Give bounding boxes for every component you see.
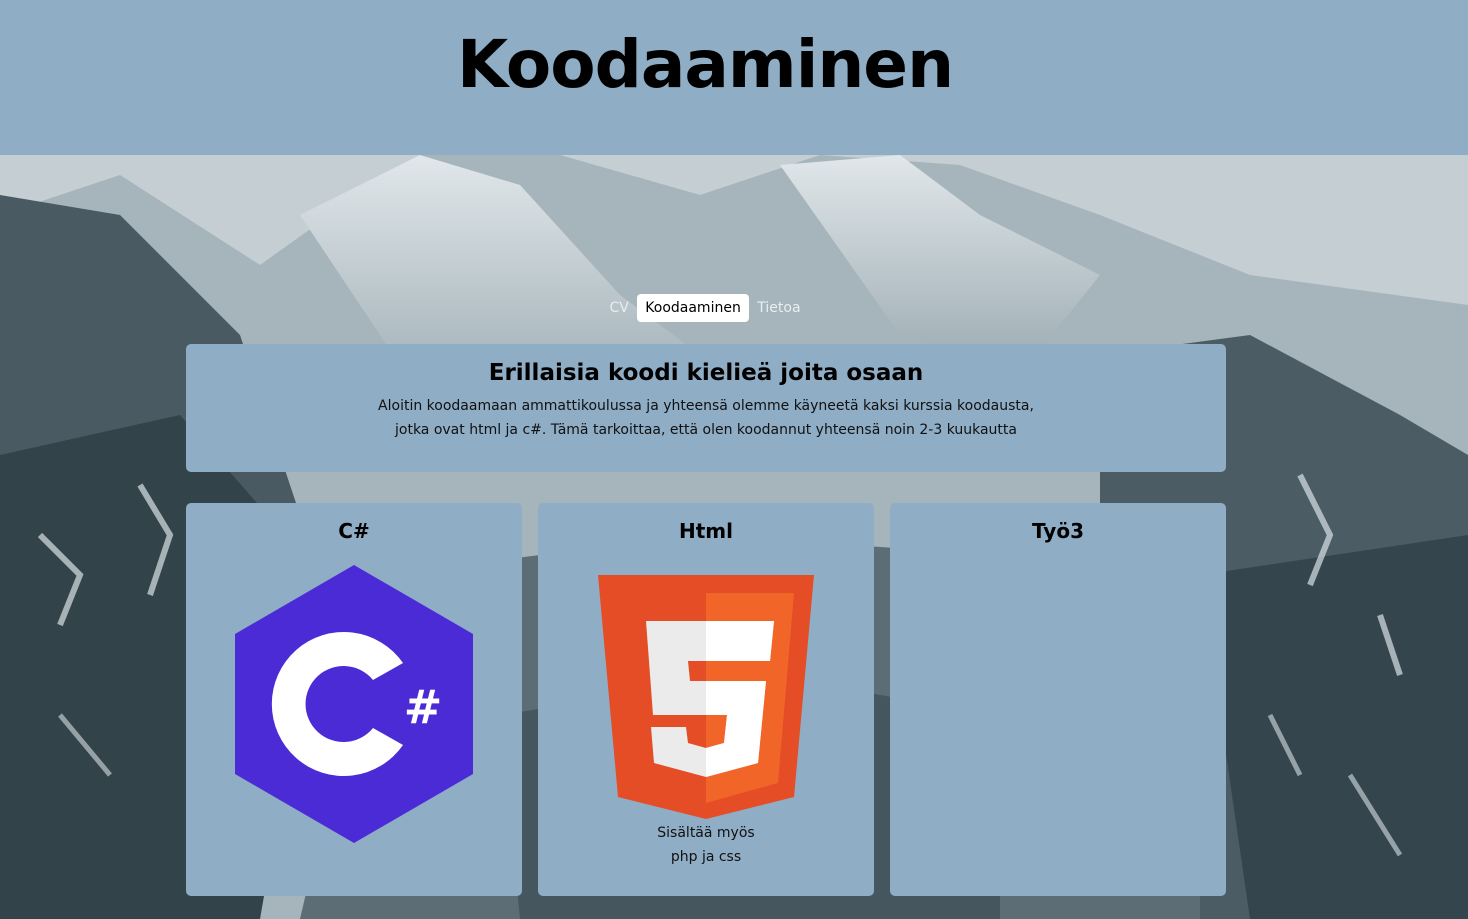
intro-line-1: Aloitin koodaamaan ammattikoulussa ja yh… bbox=[378, 398, 1034, 414]
csharp-logo-icon: # bbox=[235, 565, 473, 843]
card-tyo3: Työ3 bbox=[890, 503, 1226, 896]
intro-line-2: jotka ovat html ja c#. Tämä tarkoittaa, … bbox=[395, 422, 1017, 438]
card-title: Työ3 bbox=[1032, 519, 1084, 543]
nav-link-tietoa[interactable]: Tietoa bbox=[749, 294, 808, 322]
card-note: Sisältää myös php ja css bbox=[538, 821, 874, 869]
card-title: C# bbox=[338, 519, 370, 543]
intro-panel: Erillaisia koodi kielieä joita osaan Alo… bbox=[186, 344, 1226, 472]
intro-text: Aloitin koodaamaan ammattikoulussa ja yh… bbox=[366, 394, 1046, 442]
intro-heading: Erillaisia koodi kielieä joita osaan bbox=[488, 360, 924, 386]
card-html: Html 5 Sisältää myös php ja css bbox=[538, 503, 874, 896]
html5-logo-icon: 5 bbox=[598, 575, 814, 819]
card-title: Html bbox=[679, 519, 733, 543]
page-title: Koodaaminen bbox=[456, 26, 954, 103]
card-csharp: C# # bbox=[186, 503, 522, 896]
csharp-logo-text: # bbox=[404, 680, 443, 734]
nav-link-cv[interactable]: CV bbox=[601, 294, 636, 322]
card-note-line-1: Sisältää myös bbox=[657, 825, 755, 841]
page-header: Koodaaminen bbox=[0, 0, 1468, 155]
main-nav: CV Koodaaminen Tietoa bbox=[0, 294, 1410, 322]
card-note-line-2: php ja css bbox=[670, 849, 742, 865]
nav-link-koodaaminen[interactable]: Koodaaminen bbox=[637, 294, 749, 322]
